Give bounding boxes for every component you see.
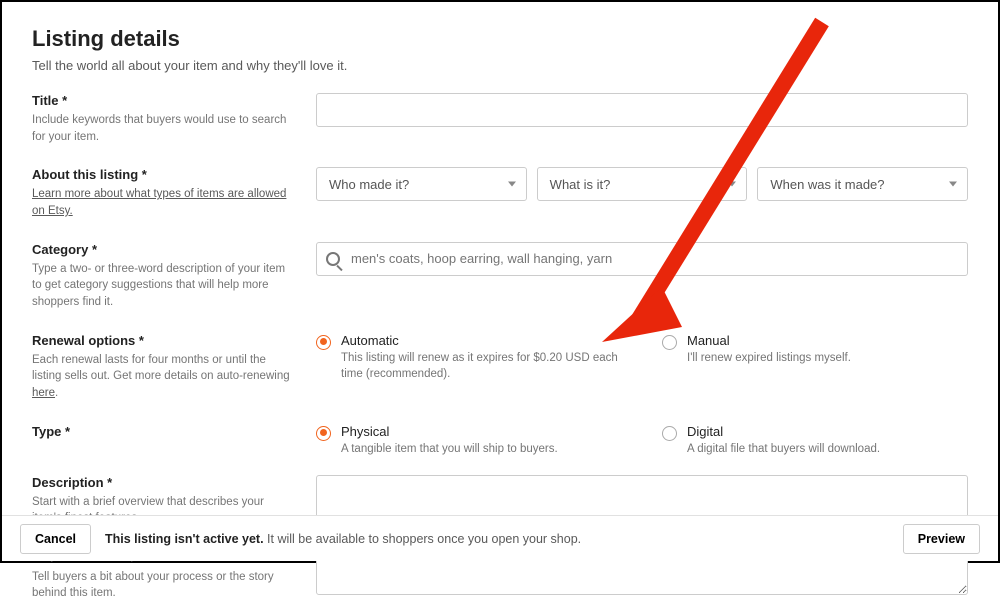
renewal-link[interactable]: here bbox=[32, 387, 55, 399]
type-label: Type * bbox=[32, 424, 292, 439]
radio-icon bbox=[316, 335, 331, 350]
footer-bar: Cancel This listing isn't active yet. It… bbox=[2, 515, 998, 561]
category-input[interactable] bbox=[316, 242, 968, 276]
about-row: About this listing * Learn more about wh… bbox=[32, 167, 968, 223]
type-physical-option[interactable]: Physical A tangible item that you will s… bbox=[316, 424, 622, 457]
title-help: Include keywords that buyers would use t… bbox=[32, 112, 292, 145]
footer-status: This listing isn't active yet. It will b… bbox=[105, 532, 581, 546]
page-subtitle: Tell the world all about your item and w… bbox=[32, 58, 968, 73]
renewal-automatic-desc: This listing will renew as it expires fo… bbox=[341, 350, 622, 382]
radio-icon bbox=[316, 426, 331, 441]
description-help3: Tell buyers a bit about your process or … bbox=[32, 569, 292, 602]
renewal-manual-desc: I'll renew expired listings myself. bbox=[687, 350, 851, 366]
when-made-label: When was it made? bbox=[770, 177, 884, 192]
title-input[interactable] bbox=[316, 93, 968, 127]
who-made-label: Who made it? bbox=[329, 177, 409, 192]
type-physical-title: Physical bbox=[341, 424, 558, 439]
what-is-label: What is it? bbox=[550, 177, 611, 192]
renewal-help: Each renewal lasts for four months or un… bbox=[32, 352, 292, 402]
search-icon bbox=[326, 252, 340, 266]
type-row: Type * Physical A tangible item that you… bbox=[32, 424, 968, 457]
category-row: Category * Type a two- or three-word des… bbox=[32, 242, 968, 315]
chevron-down-icon bbox=[508, 182, 516, 187]
type-digital-title: Digital bbox=[687, 424, 880, 439]
when-made-dropdown[interactable]: When was it made? bbox=[757, 167, 968, 201]
chevron-down-icon bbox=[949, 182, 957, 187]
renewal-row: Renewal options * Each renewal lasts for… bbox=[32, 333, 968, 406]
renewal-automatic-title: Automatic bbox=[341, 333, 622, 348]
title-row: Title * Include keywords that buyers wou… bbox=[32, 93, 968, 149]
type-digital-option[interactable]: Digital A digital file that buyers will … bbox=[662, 424, 968, 457]
renewal-label: Renewal options * bbox=[32, 333, 292, 348]
category-help: Type a two- or three-word description of… bbox=[32, 261, 292, 311]
type-physical-desc: A tangible item that you will ship to bu… bbox=[341, 441, 558, 457]
renewal-manual-title: Manual bbox=[687, 333, 851, 348]
category-label: Category * bbox=[32, 242, 292, 257]
page-title: Listing details bbox=[32, 26, 968, 52]
radio-icon bbox=[662, 426, 677, 441]
who-made-dropdown[interactable]: Who made it? bbox=[316, 167, 527, 201]
radio-icon bbox=[662, 335, 677, 350]
preview-button[interactable]: Preview bbox=[903, 524, 980, 554]
renewal-manual-option[interactable]: Manual I'll renew expired listings mysel… bbox=[662, 333, 968, 382]
renewal-automatic-option[interactable]: Automatic This listing will renew as it … bbox=[316, 333, 622, 382]
type-digital-desc: A digital file that buyers will download… bbox=[687, 441, 880, 457]
about-label: About this listing * bbox=[32, 167, 292, 182]
cancel-button[interactable]: Cancel bbox=[20, 524, 91, 554]
what-is-dropdown[interactable]: What is it? bbox=[537, 167, 748, 201]
chevron-down-icon bbox=[728, 182, 736, 187]
description-label: Description * bbox=[32, 475, 292, 490]
about-link[interactable]: Learn more about what types of items are… bbox=[32, 188, 286, 217]
title-label: Title * bbox=[32, 93, 292, 108]
